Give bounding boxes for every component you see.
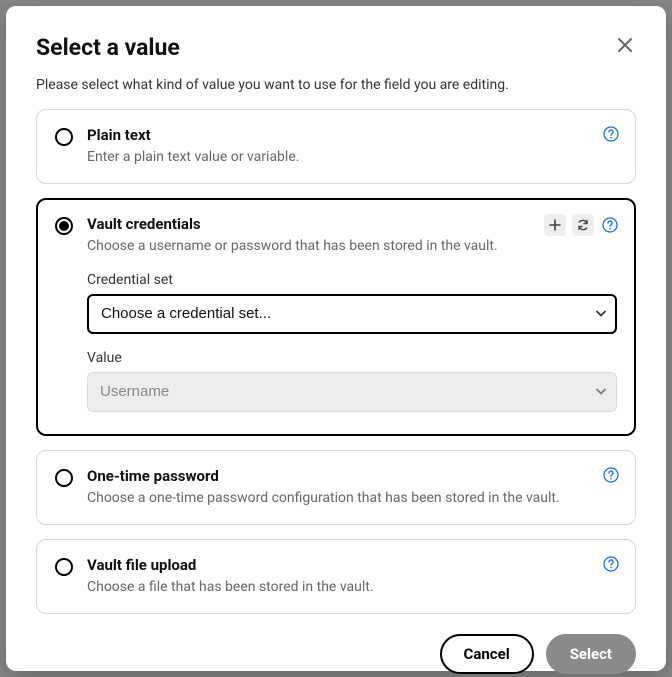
option-one-time-password-body: One-time password Choose a one-time pass… <box>87 467 617 508</box>
option-vault-file-upload[interactable]: Vault file upload Choose a file that has… <box>36 539 636 614</box>
close-icon[interactable] <box>614 34 636 56</box>
option-vault-file-upload-title: Vault file upload <box>87 556 617 574</box>
option-one-time-password-title: One-time password <box>87 467 617 485</box>
value-select: Username <box>87 372 617 412</box>
help-icon[interactable] <box>601 124 621 144</box>
select-value-modal: Select a value Please select what kind o… <box>6 6 666 671</box>
option-plain-text[interactable]: Plain text Enter a plain text value or v… <box>36 109 636 184</box>
option-plain-text-title: Plain text <box>87 126 617 144</box>
cancel-button[interactable]: Cancel <box>440 634 534 674</box>
option-one-time-password-desc: Choose a one-time password configuration… <box>87 489 617 508</box>
radio-one-time-password[interactable] <box>55 469 73 487</box>
radio-vault-credentials[interactable] <box>55 217 73 235</box>
option-vault-credentials-title: Vault credentials <box>87 215 617 233</box>
credential-set-select[interactable]: Choose a credential set... <box>87 294 617 334</box>
option-one-time-password[interactable]: One-time password Choose a one-time pass… <box>36 450 636 525</box>
credential-set-label: Credential set <box>87 272 617 288</box>
radio-plain-text[interactable] <box>55 128 73 146</box>
help-icon[interactable] <box>601 554 621 574</box>
option-vault-credentials-body: Vault credentials Choose a username or p… <box>87 215 617 256</box>
modal-title: Select a value <box>36 34 180 61</box>
option-vault-credentials-desc: Choose a username or password that has b… <box>87 237 617 256</box>
options-list: Plain text Enter a plain text value or v… <box>36 109 636 614</box>
add-icon[interactable] <box>544 214 566 236</box>
option-vault-credentials[interactable]: Vault credentials Choose a username or p… <box>36 198 636 436</box>
help-icon[interactable] <box>601 465 621 485</box>
help-icon[interactable] <box>600 215 620 235</box>
select-button[interactable]: Select <box>546 634 636 674</box>
vault-credentials-fields: Credential set Choose a credential set..… <box>55 272 617 412</box>
option-plain-text-body: Plain text Enter a plain text value or v… <box>87 126 617 167</box>
option-vault-file-upload-desc: Choose a file that has been stored in th… <box>87 578 617 597</box>
value-label: Value <box>87 350 617 366</box>
option-vault-file-upload-body: Vault file upload Choose a file that has… <box>87 556 617 597</box>
modal-subtitle: Please select what kind of value you wan… <box>36 77 636 93</box>
modal-header: Select a value <box>36 34 636 61</box>
refresh-icon[interactable] <box>572 214 594 236</box>
option-plain-text-desc: Enter a plain text value or variable. <box>87 148 617 167</box>
modal-footer: Cancel Select <box>36 634 636 674</box>
radio-vault-file-upload[interactable] <box>55 558 73 576</box>
